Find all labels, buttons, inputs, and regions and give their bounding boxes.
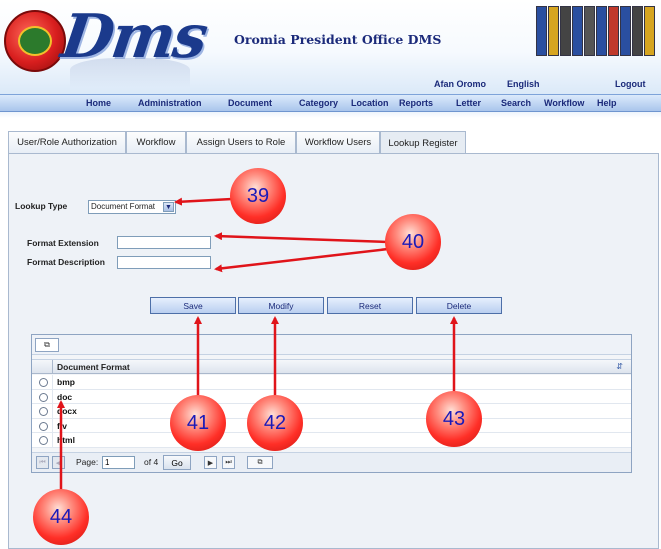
sort-icon[interactable]: ⇵ — [616, 362, 623, 371]
chevron-down-icon[interactable]: ▼ — [163, 202, 174, 212]
delete-button[interactable]: Delete — [416, 297, 502, 314]
row-value: html — [57, 435, 75, 445]
callout-40: 40 — [385, 214, 441, 270]
format-description-input[interactable] — [117, 256, 211, 269]
nav-letter[interactable]: Letter — [456, 98, 481, 108]
callout-42: 42 — [247, 395, 303, 451]
lang-afan-oromo[interactable]: Afan Oromo — [434, 79, 486, 89]
modify-button[interactable]: Modify — [238, 297, 324, 314]
row-radio[interactable] — [39, 407, 48, 416]
main-nav: Home Administration Document Category Lo… — [0, 94, 661, 112]
lookup-type-select[interactable]: Document Format ▼ — [88, 200, 176, 214]
lookup-type-label: Lookup Type — [15, 201, 68, 211]
binders-illustration — [532, 2, 660, 58]
table-row[interactable]: flv — [32, 418, 631, 433]
tab-user-role-authorization[interactable]: User/Role Authorization — [8, 131, 126, 153]
row-radio[interactable] — [39, 421, 48, 431]
prev-page-icon[interactable]: ◀ — [52, 456, 65, 469]
row-value: flv — [57, 420, 67, 431]
row-value: doc — [57, 391, 73, 402]
tab-lookup-register[interactable]: Lookup Register — [380, 131, 466, 155]
row-value: docx — [57, 406, 77, 416]
row-radio[interactable] — [39, 392, 48, 402]
callout-41: 41 — [170, 395, 226, 451]
nav-search[interactable]: Search — [501, 98, 531, 108]
callout-39: 39 — [230, 168, 286, 224]
copy-columns-icon[interactable]: ⧉ — [35, 338, 59, 352]
row-value: bmp — [57, 377, 75, 387]
nav-help[interactable]: Help — [597, 98, 617, 108]
nav-location[interactable]: Location — [351, 98, 389, 108]
table-row[interactable]: bmp — [32, 375, 631, 390]
row-radio[interactable] — [39, 436, 48, 445]
first-page-icon[interactable]: ⏮ — [36, 456, 49, 469]
nav-administration[interactable]: Administration — [138, 98, 202, 108]
tab-workflow[interactable]: Workflow — [126, 131, 186, 153]
table-row[interactable]: docx — [32, 404, 631, 419]
nav-category[interactable]: Category — [299, 98, 338, 108]
format-extension-input[interactable] — [117, 236, 211, 249]
lookup-type-value: Document Format — [91, 202, 156, 211]
nav-document[interactable]: Document — [228, 98, 272, 108]
nav-workflow[interactable]: Workflow — [544, 98, 584, 108]
callout-44: 44 — [33, 489, 89, 545]
reset-button[interactable]: Reset — [327, 297, 413, 314]
grid-toolbar: ⧉ — [32, 335, 631, 355]
table-row[interactable]: doc — [32, 389, 631, 404]
lang-english[interactable]: English — [507, 79, 540, 89]
logout-link[interactable]: Logout — [615, 79, 646, 89]
tab-workflow-users[interactable]: Workflow Users — [296, 131, 380, 153]
format-extension-label: Format Extension — [27, 238, 99, 248]
page-count: of 4 — [144, 457, 159, 467]
header-banner: Dms Oromia President Office DMS Afan Oro… — [0, 0, 661, 94]
format-description-label: Format Description — [27, 257, 105, 267]
tab-assign-users-to-role[interactable]: Assign Users to Role — [186, 131, 296, 153]
oromia-seal-logo — [4, 10, 66, 72]
grid-pager: ⏮ ◀ Page: 1 of 4 Go ▶ ⏭ ⧉ — [32, 452, 631, 472]
callout-43: 43 — [426, 391, 482, 447]
last-page-icon[interactable]: ⏭ — [222, 456, 235, 469]
page-label: Page: — [76, 457, 99, 467]
nav-home[interactable]: Home — [86, 98, 111, 108]
document-format-grid: ⧉ Document Format ⇵ bmp doc docx flv htm… — [31, 334, 632, 473]
page-number-input[interactable]: 1 — [102, 456, 135, 469]
nav-reports[interactable]: Reports — [399, 98, 433, 108]
app-title: Oromia President Office DMS — [234, 32, 442, 47]
grid-header: Document Format ⇵ — [32, 359, 631, 374]
table-row[interactable]: html — [32, 433, 631, 448]
copy-columns-icon[interactable]: ⧉ — [247, 456, 273, 469]
next-page-icon[interactable]: ▶ — [204, 456, 217, 469]
save-button[interactable]: Save — [150, 297, 236, 314]
go-button[interactable]: Go — [163, 455, 191, 470]
row-radio[interactable] — [39, 378, 48, 387]
column-header-document-format[interactable]: Document Format — [57, 362, 130, 372]
